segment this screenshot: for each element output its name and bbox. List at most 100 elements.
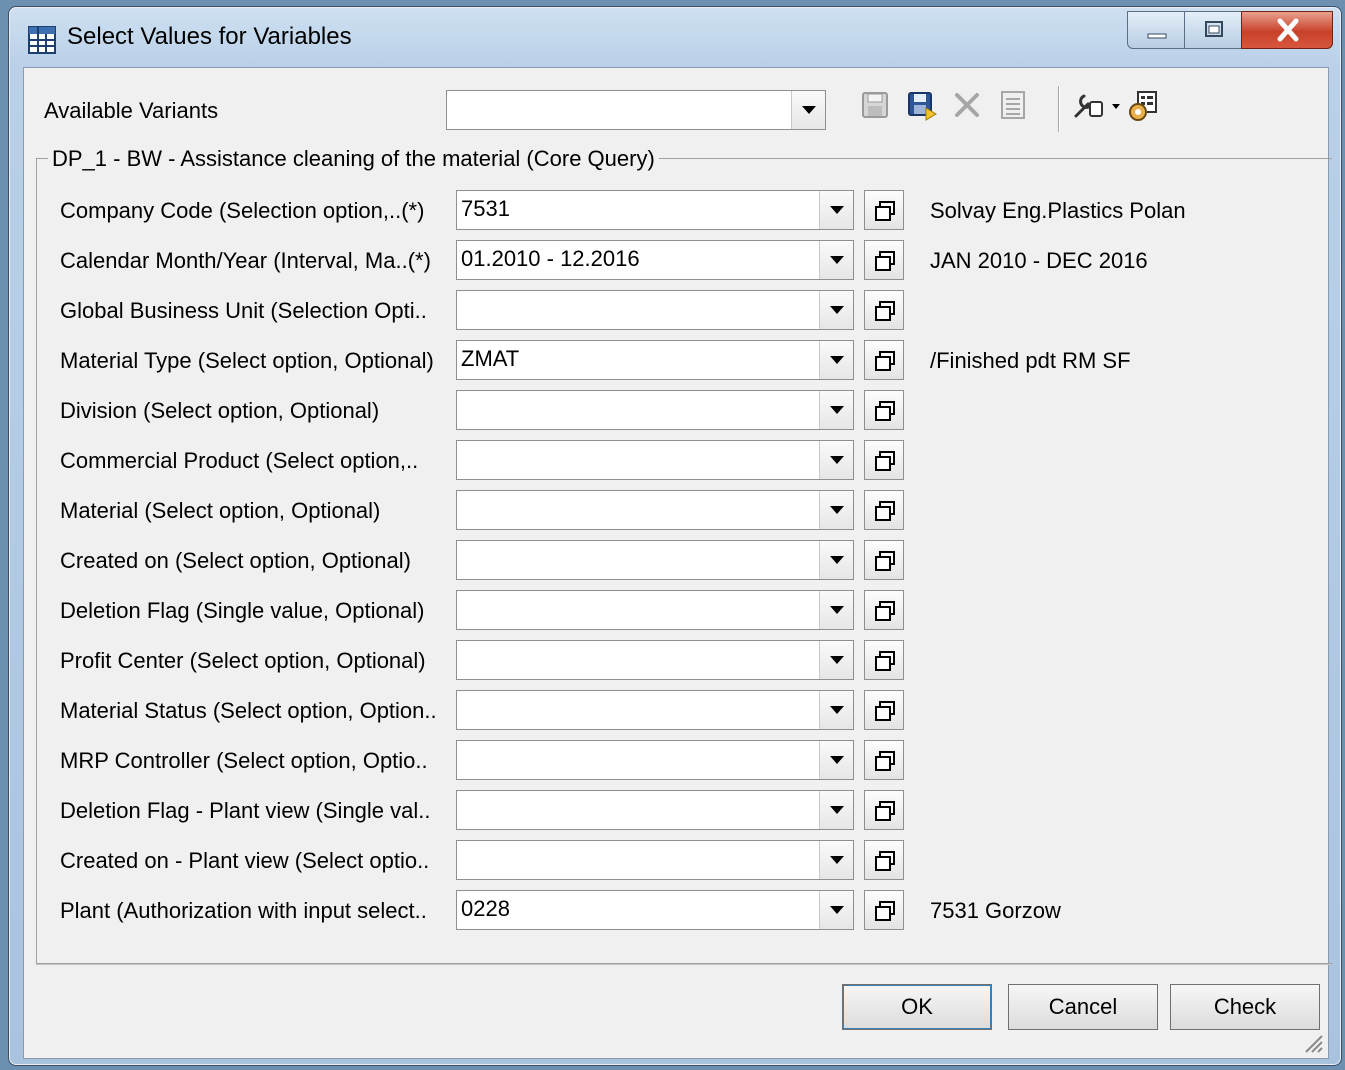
minimize-button[interactable]	[1127, 11, 1185, 49]
check-button[interactable]: Check	[1170, 984, 1320, 1030]
variable-input[interactable]	[456, 440, 854, 480]
variable-label: Deletion Flag (Single value, Optional)	[60, 598, 425, 623]
variable-value: 7531	[461, 196, 510, 221]
save-as-icon[interactable]	[906, 90, 938, 122]
copy-window-icon	[875, 801, 895, 821]
caption-buttons	[1127, 11, 1333, 51]
variable-label: Material Type (Select option, Optional)	[60, 348, 434, 373]
variable-input[interactable]	[456, 790, 854, 830]
variable-input[interactable]: 7531	[456, 190, 854, 230]
close-icon	[1277, 18, 1299, 42]
dropdown-arrow-icon[interactable]	[819, 341, 853, 379]
multiple-selection-button[interactable]	[864, 640, 904, 680]
dropdown-arrow-icon[interactable]	[791, 91, 825, 129]
minimize-icon	[1147, 33, 1167, 39]
variable-label: Division (Select option, Optional)	[60, 398, 380, 423]
title-bar[interactable]: Select Values for Variables	[9, 7, 1341, 69]
variable-label: Material Status (Select option, Option..	[60, 698, 437, 723]
copy-window-icon	[875, 451, 895, 471]
variable-description: 7531 Gorzow	[930, 898, 1061, 923]
variable-label: MRP Controller (Select option, Optio..	[60, 748, 428, 773]
dropdown-arrow-icon[interactable]	[819, 291, 853, 329]
variable-label: Company Code (Selection option,..(*)	[60, 198, 425, 223]
multiple-selection-button[interactable]	[864, 490, 904, 530]
multiple-selection-button[interactable]	[864, 440, 904, 480]
variable-input[interactable]	[456, 740, 854, 780]
dropdown-arrow-icon[interactable]	[819, 691, 853, 729]
multiple-selection-button[interactable]	[864, 690, 904, 730]
close-button[interactable]	[1241, 11, 1333, 49]
variable-label: Material (Select option, Optional)	[60, 498, 381, 523]
multiple-selection-button[interactable]	[864, 240, 904, 280]
variable-input[interactable]: 0228	[456, 890, 854, 930]
variable-description: JAN 2010 - DEC 2016	[930, 248, 1148, 273]
available-variants-label: Available Variants	[44, 98, 219, 123]
variable-input[interactable]	[456, 590, 854, 630]
details-icon[interactable]	[998, 90, 1028, 120]
dropdown-arrow-icon[interactable]	[819, 391, 853, 429]
dropdown-arrow-icon[interactable]	[819, 841, 853, 879]
variable-input[interactable]	[456, 540, 854, 580]
query-title: DP_1 - BW - Assistance cleaning of the m…	[48, 146, 659, 172]
variable-label: Calendar Month/Year (Interval, Ma..(*)	[60, 248, 431, 273]
variable-input[interactable]	[456, 640, 854, 680]
copy-window-icon	[875, 251, 895, 271]
variable-input[interactable]: 01.2010 - 12.2016	[456, 240, 854, 280]
dropdown-arrow-icon[interactable]	[819, 441, 853, 479]
window-title: Select Values for Variables	[67, 23, 352, 50]
copy-window-icon	[875, 701, 895, 721]
dropdown-arrow-icon[interactable]	[819, 791, 853, 829]
variable-input[interactable]	[456, 390, 854, 430]
variable-label: Plant (Authorization with input select..	[60, 898, 427, 923]
variable-input[interactable]	[456, 290, 854, 330]
delete-icon[interactable]	[952, 90, 982, 120]
cancel-button[interactable]: Cancel	[1008, 984, 1158, 1030]
multiple-selection-button[interactable]	[864, 890, 904, 930]
dialog-client-area: Available Variants DP_1 - BW - Assistanc…	[23, 67, 1332, 1059]
variable-value: 0228	[461, 896, 510, 921]
copy-window-icon	[875, 501, 895, 521]
multiple-selection-button[interactable]	[864, 840, 904, 880]
variable-input[interactable]	[456, 840, 854, 880]
maximize-button[interactable]	[1184, 11, 1242, 49]
tools-icon[interactable]	[1072, 90, 1122, 122]
ok-button[interactable]: OK	[842, 984, 992, 1030]
copy-window-icon	[875, 651, 895, 671]
save-icon[interactable]	[860, 90, 890, 120]
variable-value: ZMAT	[461, 346, 520, 371]
variable-description: /Finished pdt RM SF	[930, 348, 1131, 373]
copy-window-icon	[875, 401, 895, 421]
copy-window-icon	[875, 601, 895, 621]
dropdown-arrow-icon[interactable]	[819, 241, 853, 279]
dropdown-arrow-icon[interactable]	[819, 891, 853, 929]
dropdown-arrow-icon[interactable]	[819, 741, 853, 779]
copy-window-icon	[875, 851, 895, 871]
dropdown-arrow-icon[interactable]	[819, 641, 853, 679]
available-variants-combo[interactable]	[446, 90, 826, 130]
dropdown-arrow-icon[interactable]	[819, 491, 853, 529]
dropdown-arrow-icon[interactable]	[819, 591, 853, 629]
personalize-icon[interactable]	[1128, 90, 1160, 122]
dropdown-arrow-icon[interactable]	[819, 191, 853, 229]
variable-input[interactable]: ZMAT	[456, 340, 854, 380]
copy-window-icon	[875, 301, 895, 321]
copy-window-icon	[875, 351, 895, 371]
multiple-selection-button[interactable]	[864, 190, 904, 230]
multiple-selection-button[interactable]	[864, 390, 904, 430]
copy-window-icon	[875, 751, 895, 771]
footer-divider	[36, 964, 1332, 965]
resize-grip-icon[interactable]	[1300, 1030, 1324, 1054]
variable-input[interactable]	[456, 490, 854, 530]
dropdown-arrow-icon[interactable]	[819, 541, 853, 579]
multiple-selection-button[interactable]	[864, 590, 904, 630]
multiple-selection-button[interactable]	[864, 740, 904, 780]
multiple-selection-button[interactable]	[864, 790, 904, 830]
multiple-selection-button[interactable]	[864, 540, 904, 580]
copy-window-icon	[875, 901, 895, 921]
variable-input[interactable]	[456, 690, 854, 730]
multiple-selection-button[interactable]	[864, 290, 904, 330]
variable-description: Solvay Eng.Plastics Polan	[930, 198, 1186, 223]
table-icon	[28, 26, 56, 54]
multiple-selection-button[interactable]	[864, 340, 904, 380]
restore-icon	[1205, 21, 1223, 37]
